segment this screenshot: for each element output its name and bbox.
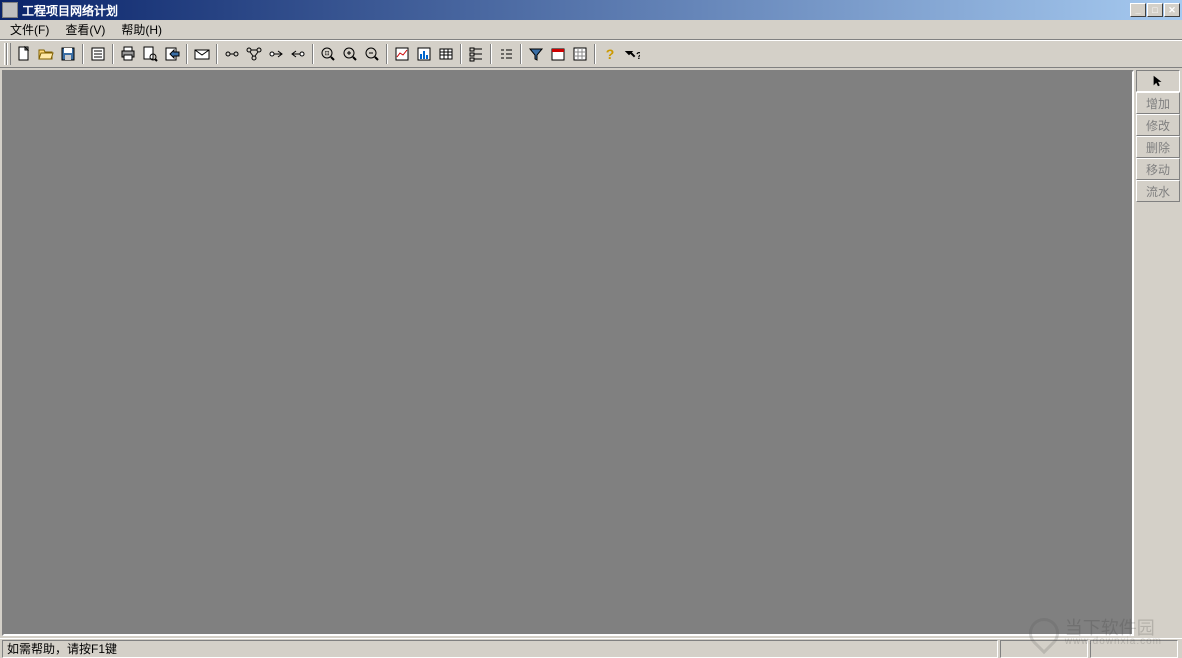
grid-button[interactable]	[569, 43, 591, 65]
arrow-left-icon	[268, 46, 284, 62]
move-tool-button[interactable]: 移动	[1136, 158, 1180, 180]
link-button[interactable]	[221, 43, 243, 65]
zoom-out-icon	[364, 46, 380, 62]
zoom-in-icon	[342, 46, 358, 62]
help-button[interactable]: ?	[599, 43, 621, 65]
print-preview-button[interactable]	[139, 43, 161, 65]
maximize-button[interactable]: □	[1147, 3, 1163, 17]
zoom-fit-icon: ⊡	[320, 46, 336, 62]
calendar-icon	[550, 46, 566, 62]
bar-chart-icon	[416, 46, 432, 62]
delete-tool-button[interactable]: 删除	[1136, 136, 1180, 158]
list-button[interactable]	[495, 43, 517, 65]
separator	[460, 44, 462, 64]
print-preview-icon	[142, 46, 158, 62]
svg-text:⊡: ⊡	[324, 51, 329, 57]
table-icon	[438, 46, 454, 62]
pointer-icon	[1151, 74, 1165, 88]
content-area: 增加 修改 删除 移动 流水	[0, 68, 1182, 638]
calendar-button[interactable]	[547, 43, 569, 65]
separator	[82, 44, 84, 64]
status-pane-2	[1090, 640, 1178, 658]
arrow-right-icon	[290, 46, 306, 62]
toolbar: ⊡ ? ?	[0, 40, 1182, 68]
print-button[interactable]	[117, 43, 139, 65]
svg-text:?: ?	[636, 51, 640, 62]
add-tool-button[interactable]: 增加	[1136, 92, 1180, 114]
chart-icon	[394, 46, 410, 62]
open-folder-icon	[38, 46, 54, 62]
flow-tool-button[interactable]: 流水	[1136, 180, 1180, 202]
filter-button[interactable]	[525, 43, 547, 65]
save-icon	[60, 46, 76, 62]
separator	[112, 44, 114, 64]
toolbar-grip	[4, 43, 11, 65]
help-icon: ?	[602, 46, 618, 62]
chart1-button[interactable]	[391, 43, 413, 65]
new-file-icon	[16, 46, 32, 62]
properties-button[interactable]	[87, 43, 109, 65]
grid-icon	[572, 46, 588, 62]
list-icon	[498, 46, 514, 62]
menu-bar: 文件(F) 查看(V) 帮助(H)	[0, 20, 1182, 40]
tree-button[interactable]	[465, 43, 487, 65]
window-controls: _ □ ✕	[1130, 3, 1180, 17]
minimize-button[interactable]: _	[1130, 3, 1146, 17]
svg-text:?: ?	[606, 46, 615, 62]
network-button[interactable]	[243, 43, 265, 65]
title-bar: 工程项目网络计划 _ □ ✕	[0, 0, 1182, 20]
new-button[interactable]	[13, 43, 35, 65]
link-icon	[224, 46, 240, 62]
filter-icon	[528, 46, 544, 62]
zoom-in-button[interactable]	[339, 43, 361, 65]
mail-button[interactable]	[191, 43, 213, 65]
modify-tool-button[interactable]: 修改	[1136, 114, 1180, 136]
right-toolbar: 增加 修改 删除 移动 流水	[1134, 68, 1182, 638]
table-button[interactable]	[435, 43, 457, 65]
chart2-button[interactable]	[413, 43, 435, 65]
network-icon	[246, 46, 262, 62]
context-help-button[interactable]: ?	[621, 43, 643, 65]
context-help-icon: ?	[624, 46, 640, 62]
tree-icon	[468, 46, 484, 62]
mail-icon	[194, 46, 210, 62]
properties-icon	[90, 46, 106, 62]
export-icon	[164, 46, 180, 62]
status-pane-1	[1000, 640, 1088, 658]
window-title: 工程项目网络计划	[22, 2, 1130, 19]
export-button[interactable]	[161, 43, 183, 65]
print-icon	[120, 46, 136, 62]
canvas-area[interactable]	[2, 70, 1134, 636]
separator	[186, 44, 188, 64]
status-bar: 如需帮助，请按F1键	[0, 638, 1182, 658]
separator	[490, 44, 492, 64]
menu-help[interactable]: 帮助(H)	[113, 19, 170, 40]
app-icon	[2, 2, 18, 18]
arrow-left-button[interactable]	[265, 43, 287, 65]
save-button[interactable]	[57, 43, 79, 65]
zoom-out-button[interactable]	[361, 43, 383, 65]
separator	[386, 44, 388, 64]
pointer-tool-button[interactable]	[1136, 70, 1180, 92]
close-button[interactable]: ✕	[1164, 3, 1180, 17]
menu-view[interactable]: 查看(V)	[57, 19, 113, 40]
menu-file[interactable]: 文件(F)	[2, 19, 57, 40]
separator	[520, 44, 522, 64]
arrow-right-button[interactable]	[287, 43, 309, 65]
separator	[312, 44, 314, 64]
separator	[216, 44, 218, 64]
zoom-fit-button[interactable]: ⊡	[317, 43, 339, 65]
separator	[594, 44, 596, 64]
status-text: 如需帮助，请按F1键	[2, 640, 998, 658]
open-button[interactable]	[35, 43, 57, 65]
